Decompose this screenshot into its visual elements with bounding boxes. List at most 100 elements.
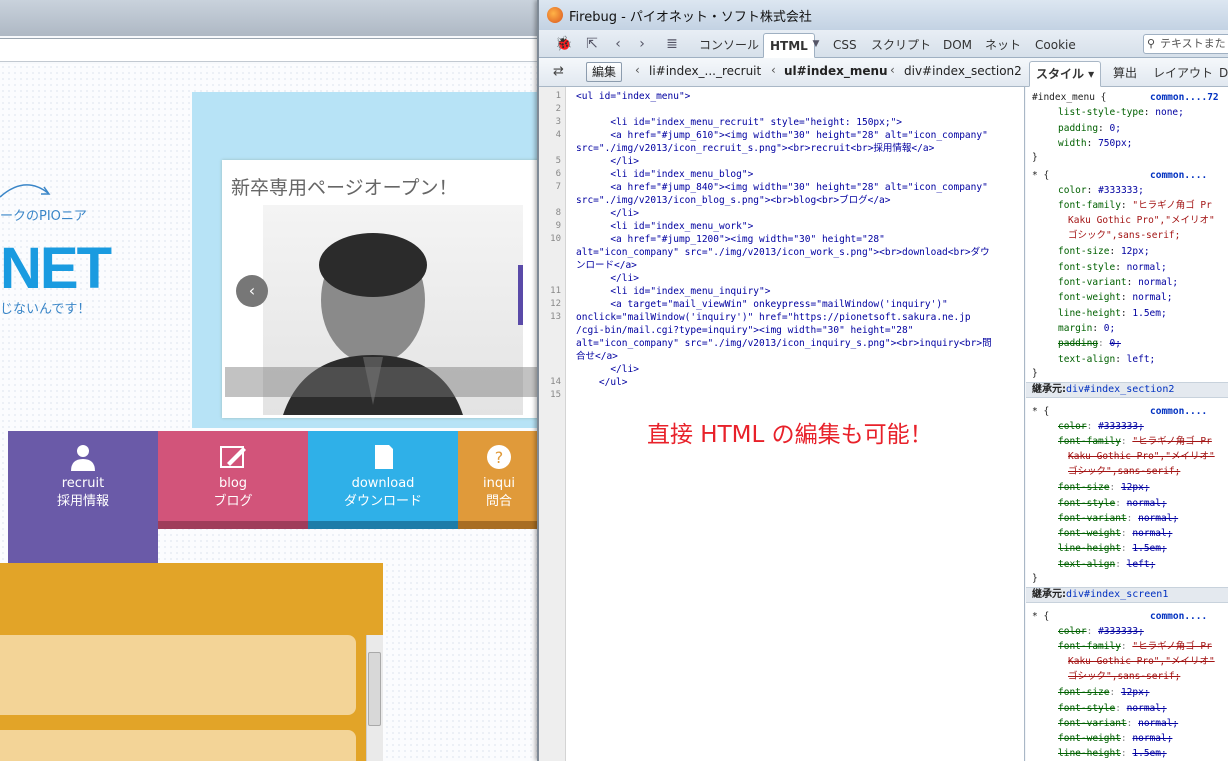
css-source-link[interactable]: common....72 bbox=[1150, 91, 1228, 104]
tab-cookie[interactable]: Cookie bbox=[1029, 33, 1082, 58]
tab-computed[interactable]: 算出 bbox=[1107, 61, 1143, 87]
nav-tile-en: recruit bbox=[61, 476, 105, 491]
line-number: 14 bbox=[550, 377, 561, 387]
code-line: </li> bbox=[576, 208, 639, 219]
question-icon: ? bbox=[483, 443, 515, 471]
hero-slide[interactable]: 新卒専用ページオープン！ bbox=[222, 160, 540, 418]
tab-dom[interactable]: DOM bbox=[937, 33, 978, 58]
logo-arc-icon bbox=[0, 184, 51, 198]
css-property-overridden[interactable]: font-variant: normal; bbox=[1058, 717, 1228, 730]
css-property-overridden[interactable]: text-align: left; bbox=[1058, 558, 1228, 571]
breadcrumb-item-selected[interactable]: ul#index_menu bbox=[784, 64, 888, 78]
css-property[interactable]: font-weight: normal; bbox=[1058, 291, 1228, 304]
css-property[interactable]: text-align: left; bbox=[1058, 353, 1228, 366]
command-line-icon[interactable]: ≣ bbox=[663, 35, 681, 53]
code-line: <ul id="index_menu"> bbox=[576, 91, 691, 102]
logo-text[interactable]: NET bbox=[0, 240, 112, 298]
css-property[interactable]: line-height: 1.5em; bbox=[1058, 307, 1228, 320]
logo-tagline: じないんです！ bbox=[0, 302, 91, 317]
css-property-overridden[interactable]: font-style: normal; bbox=[1058, 702, 1228, 715]
css-property[interactable]: width: 750px; bbox=[1058, 137, 1228, 150]
css-close-brace: } bbox=[1032, 152, 1038, 163]
line-number: 15 bbox=[550, 390, 561, 400]
code-line: <li id="index_menu_recruit" style="heigh… bbox=[576, 117, 903, 128]
content-card bbox=[0, 635, 356, 715]
css-property-overridden[interactable]: line-height: 1.5em; bbox=[1058, 542, 1228, 555]
breadcrumb-item[interactable]: div#index_section2 bbox=[904, 64, 1022, 78]
browser-toolbar bbox=[0, 0, 540, 36]
nav-tile-download[interactable]: download ダウンロード bbox=[308, 431, 458, 529]
firebug-window: Firebug - パイオネット・ソフト株式会社 🐞 ⇱ ‹ › ≣ コンソール… bbox=[537, 0, 1228, 761]
pen-icon bbox=[217, 443, 249, 471]
css-property[interactable]: margin: 0; bbox=[1058, 322, 1228, 335]
line-number: 3 bbox=[555, 117, 561, 127]
code-line: <a href="#jump_1200"><img width="30" hei… bbox=[576, 234, 885, 245]
css-property-overridden[interactable]: color: #333333; bbox=[1058, 625, 1228, 638]
breadcrumb-item[interactable]: li#index_..._recruit bbox=[649, 64, 761, 78]
css-property[interactable]: font-family: "ヒラギノ角ゴ Pr bbox=[1058, 199, 1228, 212]
css-source-link[interactable]: common.... bbox=[1150, 610, 1228, 623]
website-background: ークのPIOニア NET じないんです！ 新卒専用ページオープン！ ‹ recr… bbox=[0, 0, 540, 761]
panel-toggle-icon[interactable]: ⇄ bbox=[553, 64, 564, 79]
inspect-cursor-icon[interactable]: ⇱ bbox=[583, 35, 601, 53]
css-property-overridden[interactable]: font-family: "ヒラギノ角ゴ Pr bbox=[1058, 435, 1228, 448]
nav-tile-blog[interactable]: blog ブログ bbox=[158, 431, 308, 529]
css-property[interactable]: font-variant: normal; bbox=[1058, 276, 1228, 289]
code-line: src="./img/v2013/icon_blog_s.png"><br>bl… bbox=[576, 195, 891, 206]
css-property-overridden[interactable]: font-size: 12px; bbox=[1058, 481, 1228, 494]
window-title: Firebug - パイオネット・ソフト株式会社 bbox=[569, 10, 812, 25]
tab-net[interactable]: ネット bbox=[979, 33, 1027, 58]
css-property-overridden[interactable]: font-family: "ヒラギノ角ゴ Pr bbox=[1058, 640, 1228, 653]
css-property-overridden[interactable]: font-weight: normal; bbox=[1058, 732, 1228, 745]
chevron-down-icon[interactable]: ▼ bbox=[807, 35, 825, 53]
css-property-overridden[interactable]: color: #333333; bbox=[1058, 420, 1228, 433]
content-scrollbar-thumb[interactable] bbox=[368, 652, 381, 726]
inherited-element-link[interactable]: div#index_section2 bbox=[1066, 384, 1174, 395]
slide-caption-band bbox=[225, 367, 537, 397]
firebug-menu-icon[interactable]: 🐞 bbox=[555, 35, 573, 53]
tab-script[interactable]: スクリプト bbox=[865, 33, 937, 58]
tab-console[interactable]: コンソール bbox=[693, 33, 765, 58]
forward-arrow-icon[interactable]: › bbox=[633, 35, 651, 53]
nav-tile-bar bbox=[308, 521, 458, 529]
css-property[interactable]: list-style-type: none; bbox=[1058, 106, 1228, 119]
annotation-text: 直接 HTML の編集も可能！ bbox=[647, 422, 933, 448]
css-property[interactable]: font-size: 12px; bbox=[1058, 245, 1228, 258]
breadcrumb-separator-icon: ‹ bbox=[771, 63, 776, 77]
browser-url-bar[interactable] bbox=[0, 38, 540, 62]
css-property-cont: Kaku Gothic Pro","メイリオ" bbox=[1068, 656, 1215, 667]
tab-style[interactable]: スタイル ▾ bbox=[1029, 61, 1102, 87]
css-property[interactable]: padding: 0; bbox=[1058, 122, 1228, 135]
css-source-link[interactable]: common.... bbox=[1150, 169, 1228, 182]
css-property-overridden[interactable]: font-weight: normal; bbox=[1058, 527, 1228, 540]
tab-css[interactable]: CSS bbox=[827, 33, 863, 58]
css-close-brace: } bbox=[1032, 368, 1038, 379]
css-property-overridden[interactable]: line-height: 1.5em; bbox=[1058, 747, 1228, 760]
slide-prev-button[interactable]: ‹ bbox=[236, 275, 268, 307]
css-source-link[interactable]: common.... bbox=[1150, 405, 1228, 418]
html-editor[interactable]: 1 2 3 4 5 6 7 8 9 10 11 12 13 14 15 <ul … bbox=[539, 87, 1025, 761]
css-property-overridden[interactable]: font-variant: normal; bbox=[1058, 512, 1228, 525]
nav-tile-inquiry[interactable]: ? inqui 問合 bbox=[458, 431, 540, 529]
css-property-cont: Kaku Gothic Pro","メイリオ" bbox=[1068, 215, 1215, 226]
search-input[interactable]: ⚲ テキストまた bbox=[1143, 34, 1228, 54]
inherited-element-link[interactable]: div#index_screen1 bbox=[1066, 589, 1168, 600]
style-panel[interactable]: #index_menu { common....72 list-style-ty… bbox=[1026, 87, 1228, 761]
nav-tile-en: inqui bbox=[483, 476, 515, 491]
css-property[interactable]: color: #333333; bbox=[1058, 184, 1228, 197]
tab-dom-side[interactable]: D bbox=[1213, 61, 1228, 87]
back-arrow-icon[interactable]: ‹ bbox=[609, 35, 627, 53]
breadcrumb-separator-icon: ‹ bbox=[890, 63, 895, 77]
line-number: 12 bbox=[550, 299, 561, 309]
line-number: 7 bbox=[555, 182, 561, 192]
css-property-overridden[interactable]: font-size: 12px; bbox=[1058, 686, 1228, 699]
edit-button[interactable]: 編集 bbox=[586, 62, 623, 82]
css-property[interactable]: font-style: normal; bbox=[1058, 261, 1228, 274]
css-property-overridden[interactable]: font-style: normal; bbox=[1058, 497, 1228, 510]
inherited-from-header: 継承元:div#index_section2 bbox=[1026, 382, 1228, 398]
breadcrumb-scroll-left-icon[interactable]: ‹ bbox=[635, 63, 640, 77]
css-property-overridden[interactable]: padding: 0; bbox=[1058, 337, 1228, 350]
nav-tile-en: download bbox=[351, 476, 415, 491]
tab-layout[interactable]: レイアウト bbox=[1147, 61, 1219, 87]
line-number: 2 bbox=[555, 104, 561, 114]
